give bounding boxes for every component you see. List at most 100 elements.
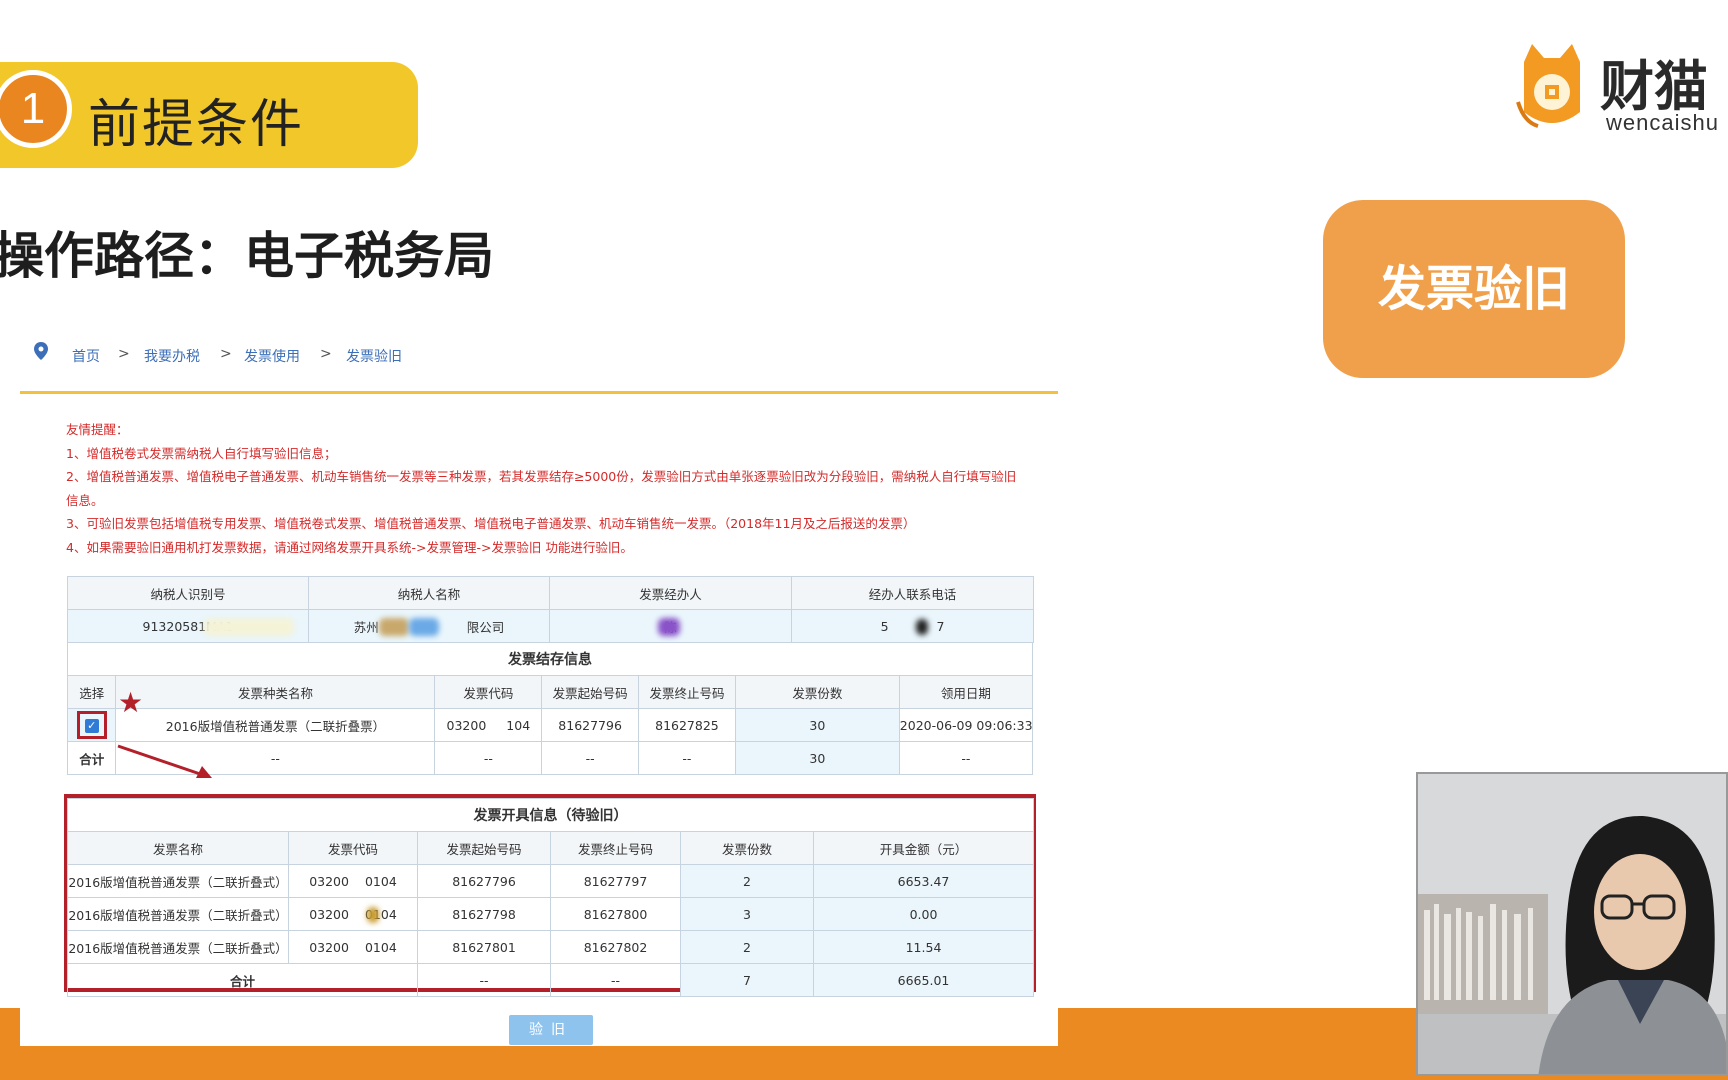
invoice-count: 3 bbox=[680, 897, 814, 931]
topic-tag: 发票验旧 bbox=[1323, 200, 1625, 378]
total-cell: -- bbox=[434, 741, 543, 775]
invoice-code-suffix: 0104 bbox=[364, 873, 397, 889]
breadcrumb-invoice-use[interactable]: 发票使用 bbox=[244, 346, 300, 366]
step-title: 前提条件 bbox=[88, 95, 305, 155]
header-taxpayer-id: 纳税人识别号 bbox=[67, 576, 309, 610]
invoice-code-prefix: 03200 bbox=[309, 906, 349, 922]
breadcrumb-separator: > bbox=[220, 346, 232, 362]
total-cell: -- bbox=[898, 741, 1034, 775]
tip-line: 3、可验旧发票包括增值税专用发票、增值税卷式发票、增值税普通发票、增值税电子普通… bbox=[66, 516, 916, 531]
breadcrumb-separator: > bbox=[118, 346, 130, 362]
header-handler-phone: 经办人联系电话 bbox=[791, 576, 1034, 610]
checkbox-highlight[interactable]: ✓ bbox=[76, 711, 107, 739]
location-pin-icon bbox=[34, 342, 48, 360]
invoice-code-suffix: 0104 bbox=[364, 939, 397, 955]
brand-logo: 财猫 wencaishu bbox=[1516, 38, 1728, 138]
end-number: 81627800 bbox=[550, 897, 681, 931]
header-count: 发票份数 bbox=[680, 831, 814, 865]
issue-caption: 发票开具信息（待验旧） bbox=[66, 798, 1035, 832]
total-amount: 6665.01 bbox=[812, 963, 1035, 997]
redaction-blur bbox=[658, 618, 680, 636]
total-cell: -- bbox=[541, 741, 640, 775]
invoice-name: 2016版增值税普通发票（二联折叠式） bbox=[67, 930, 289, 964]
invoice-amount: 11.54 bbox=[812, 930, 1035, 964]
issue-table: 发票开具信息（待验旧） 发票名称 发票代码 发票起始号码 发票终止号码 发票份数… bbox=[66, 798, 1035, 997]
phone-suffix: 7 bbox=[936, 618, 945, 634]
invoice-name: 2016版增值税普通发票（二联折叠式） bbox=[67, 864, 289, 898]
end-number: 81627797 bbox=[550, 864, 681, 898]
tip-line: 信息。 bbox=[66, 492, 104, 508]
total-count: 30 bbox=[734, 741, 900, 775]
taxpayer-name-suffix: 限公司 bbox=[466, 619, 505, 635]
header-end-number: 发票终止号码 bbox=[638, 675, 736, 709]
tip-line: 2、增值税普通发票、增值税电子普通发票、机动车销售统一发票等三种发票，若其发票结… bbox=[66, 469, 1017, 484]
invoice-type: 2016版增值税普通发票（二联折叠票） bbox=[115, 708, 436, 742]
select-cell[interactable]: ✓ bbox=[66, 708, 117, 742]
header-taxpayer-name: 纳税人名称 bbox=[308, 576, 550, 610]
header-invoice-type: 发票种类名称 bbox=[115, 675, 436, 709]
path-title: 操作路径：电子税务局 bbox=[0, 227, 494, 285]
header-select: 选择 bbox=[66, 675, 117, 709]
invoice-code-cell: 03200 0104 bbox=[288, 864, 418, 898]
invoice-amount: 6653.47 bbox=[812, 864, 1035, 898]
invoice-code-prefix: 03200 bbox=[309, 939, 349, 955]
taxpayer-table: 纳税人识别号 纳税人名称 发票经办人 经办人联系电话 91320581MA1 苏… bbox=[67, 576, 1034, 643]
invoice-code-suffix: 104 bbox=[506, 717, 531, 733]
header-start-number: 发票起始号码 bbox=[541, 675, 640, 709]
invoice-code-cell: 03200 0104 bbox=[288, 930, 418, 964]
star-icon: ★ bbox=[118, 686, 144, 719]
brand-subtitle: wencaishu bbox=[1606, 110, 1719, 135]
invoice-name: 2016版增值税普通发票（二联折叠式） bbox=[67, 897, 289, 931]
header-invoice-code: 发票代码 bbox=[288, 831, 418, 865]
end-number: 81627825 bbox=[638, 708, 736, 742]
taxpayer-id-cell: 91320581MA1 bbox=[67, 609, 309, 643]
invoice-code-cell: 03200 104 bbox=[434, 708, 543, 742]
arrow-icon bbox=[117, 744, 212, 778]
redaction-blur bbox=[204, 618, 294, 636]
handler-phone-cell: 5 7 bbox=[791, 609, 1034, 643]
total-label: 合计 bbox=[67, 963, 418, 997]
start-number: 81627798 bbox=[417, 897, 551, 931]
end-number: 81627802 bbox=[550, 930, 681, 964]
invoice-code-prefix: 03200 bbox=[446, 717, 487, 733]
checkbox-checked-icon[interactable]: ✓ bbox=[84, 719, 99, 733]
table-row: 2016版增值税普通发票（二联折叠式） 03200 0104 81627801 8… bbox=[67, 930, 1035, 964]
total-cell: -- bbox=[638, 741, 736, 775]
total-label: 合计 bbox=[66, 741, 117, 775]
total-count: 7 bbox=[680, 963, 814, 997]
cat-icon bbox=[1516, 44, 1580, 128]
redaction-blur bbox=[916, 619, 928, 635]
invoice-amount: 0.00 bbox=[812, 897, 1035, 931]
breadcrumb-tax[interactable]: 我要办税 bbox=[144, 346, 200, 366]
invoice-count: 2 bbox=[680, 930, 814, 964]
header-receive-date: 领用日期 bbox=[898, 675, 1034, 709]
table-row[interactable]: ✓ 2016版增值税普通发票（二联折叠票） 03200 104 81627796 … bbox=[66, 708, 1034, 742]
redaction-blur bbox=[379, 618, 409, 636]
tips-title: 友情提醒： bbox=[66, 422, 129, 437]
taxpayer-name-prefix: 苏州 bbox=[353, 619, 379, 635]
breadcrumb-home[interactable]: 首页 bbox=[72, 346, 100, 366]
invoice-count: 2 bbox=[680, 864, 814, 898]
tip-line: 4、如果需要验旧通用机打发票数据，请通过网络发票开具系统->发票管理->发票验旧… bbox=[66, 539, 633, 555]
header-amount: 开具金额（元） bbox=[812, 831, 1035, 865]
total-cell: -- bbox=[550, 963, 681, 997]
header-invoice-code: 发票代码 bbox=[434, 675, 543, 709]
breadcrumb-invoice-verify[interactable]: 发票验旧 bbox=[346, 346, 402, 366]
webcam-overlay bbox=[1416, 772, 1728, 1076]
header-count: 发票份数 bbox=[734, 675, 900, 709]
invoice-count: 30 bbox=[734, 708, 900, 742]
verify-button[interactable]: 验旧 bbox=[509, 1015, 593, 1045]
header-invoice-name: 发票名称 bbox=[67, 831, 289, 865]
e-tax-panel: 首页 > 我要办税 > 发票使用 > 发票验旧 友情提醒： 1、增值税卷式发票需… bbox=[20, 338, 1058, 1046]
redaction-blur bbox=[367, 907, 379, 923]
header-start-number: 发票起始号码 bbox=[417, 831, 551, 865]
header-end-number: 发票终止号码 bbox=[550, 831, 681, 865]
total-cell: -- bbox=[417, 963, 551, 997]
stock-caption: 发票结存信息 bbox=[67, 642, 1033, 676]
invoice-code-prefix: 03200 bbox=[309, 873, 349, 889]
tip-line: 1、增值税卷式发票需纳税人自行填写验旧信息； bbox=[66, 445, 337, 461]
breadcrumb: 首页 > 我要办税 > 发票使用 > 发票验旧 bbox=[20, 338, 1058, 394]
start-number: 81627801 bbox=[417, 930, 551, 964]
taxpayer-name-cell: 苏州 限公司 bbox=[308, 609, 550, 643]
table-row: 2016版增值税普通发票（二联折叠式） 03200 0104 81627798 8… bbox=[67, 897, 1035, 931]
